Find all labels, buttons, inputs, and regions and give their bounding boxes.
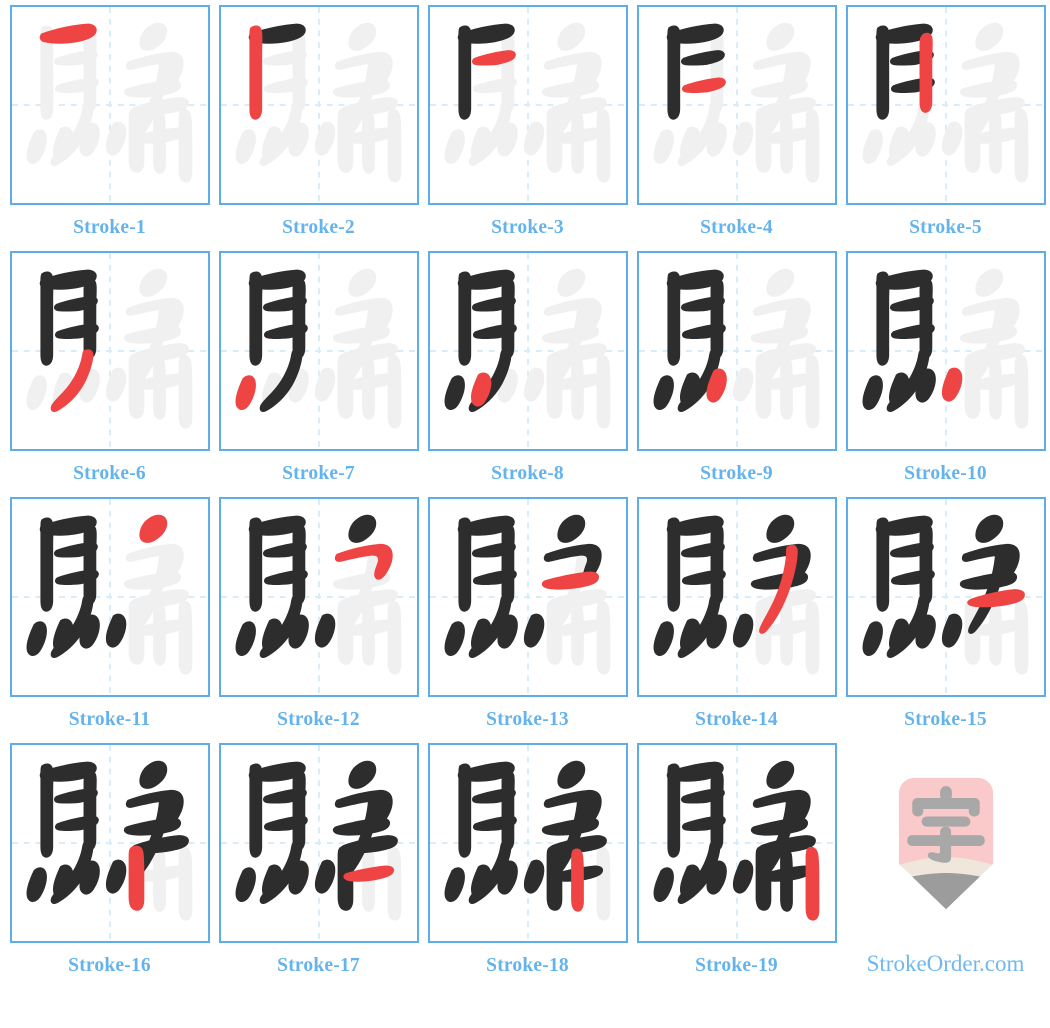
stroke-row: Stroke-6 Stroke-7 Stroke-8 Stroke-9 Stroke-1… [5,251,1050,497]
stroke-cell-18[interactable]: Stroke-18 [423,743,632,989]
stroke-canvas [845,5,1046,205]
stroke-cell-7[interactable]: Stroke-7 [214,251,423,497]
stroke-canvas [427,497,628,697]
stroke-canvas [845,251,1046,451]
completed-strokes [26,515,126,658]
stroke-label: Stroke-16 [68,955,151,976]
stroke-cell-5[interactable]: Stroke-5 [841,5,1050,251]
stroke-canvas [9,251,210,451]
stroke-canvas [218,743,419,943]
stroke-canvas [845,497,1046,697]
stroke-cell-8[interactable]: Stroke-8 [423,251,632,497]
stroke-canvas [427,743,628,943]
stroke-label: Stroke-9 [700,463,773,484]
stroke-canvas [9,743,210,943]
stroke-label: Stroke-6 [73,463,146,484]
completed-strokes [653,760,816,912]
stroke-order-sheet: Stroke-1 Stroke-2 Stroke-3 Stroke-4 Stroke-5… [0,0,1050,1028]
stroke-canvas [9,497,210,697]
current-stroke [541,571,599,590]
stroke-label: Stroke-7 [282,463,355,484]
current-stroke [570,848,584,912]
stroke-cell-11[interactable]: Stroke-11 [5,497,214,743]
stroke-label: Stroke-1 [73,217,146,238]
stroke-cell-16[interactable]: Stroke-16 [5,743,214,989]
current-stroke [805,846,819,921]
stroke-cell-17[interactable]: Stroke-17 [214,743,423,989]
stroke-cell-13[interactable]: Stroke-13 [423,497,632,743]
stroke-label: Stroke-12 [277,709,360,730]
brand-text[interactable]: StrokeOrder.com [867,951,1025,977]
stroke-canvas [636,743,837,943]
stroke-row: Stroke-16 Stroke-17 Stroke-18 Stroke-19 Stro… [5,743,1050,989]
stroke-canvas [636,5,837,205]
stroke-cell-19[interactable]: Stroke-19 [632,743,841,989]
stroke-cell-14[interactable]: Stroke-14 [632,497,841,743]
stroke-label: Stroke-11 [68,709,151,730]
current-stroke [919,32,933,113]
current-stroke [128,845,144,911]
stroke-label: Stroke-3 [491,217,564,238]
stroke-cell-12[interactable]: Stroke-12 [214,497,423,743]
stroke-canvas [427,5,628,205]
stroke-canvas [636,251,837,451]
stroke-canvas [218,5,419,205]
stroke-canvas [427,251,628,451]
current-stroke [138,514,167,543]
site-logo-block[interactable]: StrokeOrder.com [841,743,1050,989]
stroke-label: Stroke-14 [695,709,778,730]
stroke-cell-1[interactable]: Stroke-1 [5,5,214,251]
stroke-row: Stroke-1 Stroke-2 Stroke-3 Stroke-4 Stroke-5 [5,5,1050,251]
stroke-canvas [9,5,210,205]
stroke-label: Stroke-8 [491,463,564,484]
stroke-canvas [218,497,419,697]
stroke-cell-4[interactable]: Stroke-4 [632,5,841,251]
stroke-label: Stroke-17 [277,955,360,976]
stroke-row: Stroke-11 Stroke-12 Stroke-13 Stroke-14 Stro… [5,497,1050,743]
current-stroke [248,25,262,120]
current-stroke [941,367,962,402]
stroke-label: Stroke-4 [700,217,773,238]
stroke-label: Stroke-19 [695,955,778,976]
stroke-label: Stroke-2 [282,217,355,238]
logo-tip [898,872,993,909]
stroke-label: Stroke-5 [909,217,982,238]
stroke-cell-10[interactable]: Stroke-10 [841,251,1050,497]
stroke-label: Stroke-13 [486,709,569,730]
pencil-logo-icon [846,743,1046,943]
stroke-cell-3[interactable]: Stroke-3 [423,5,632,251]
completed-strokes [862,269,936,412]
current-stroke [235,375,256,410]
stroke-canvas [218,251,419,451]
stroke-grid: Stroke-1 Stroke-2 Stroke-3 Stroke-4 Stroke-5… [5,5,1050,989]
stroke-label: Stroke-10 [904,463,987,484]
stroke-cell-6[interactable]: Stroke-6 [5,251,214,497]
stroke-cell-15[interactable]: Stroke-15 [841,497,1050,743]
stroke-label: Stroke-15 [904,709,987,730]
stroke-label: Stroke-18 [486,955,569,976]
stroke-canvas [636,497,837,697]
stroke-cell-2[interactable]: Stroke-2 [214,5,423,251]
stroke-cell-9[interactable]: Stroke-9 [632,251,841,497]
